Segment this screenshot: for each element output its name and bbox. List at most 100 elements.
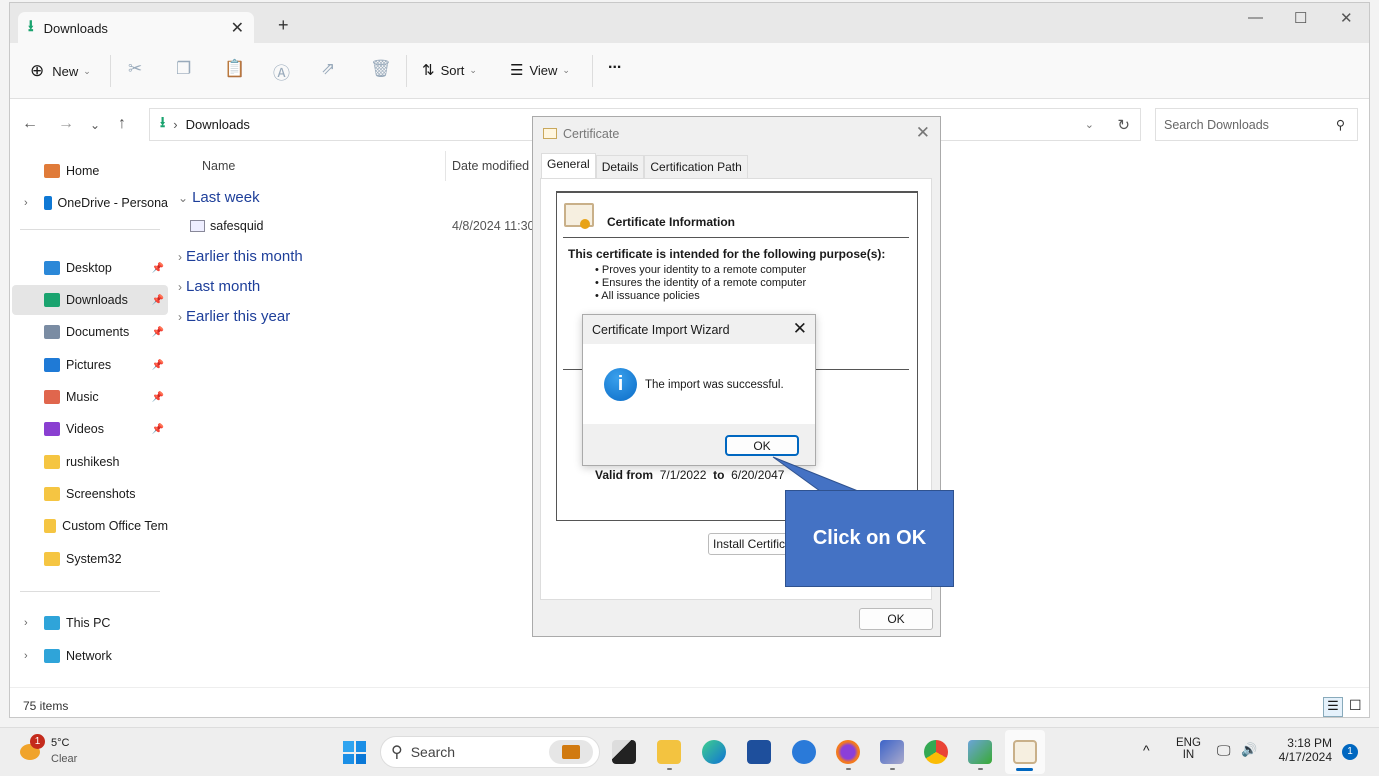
maximize-button[interactable]: ☐ xyxy=(1294,9,1307,27)
network-icon[interactable]: 🖵 xyxy=(1217,742,1231,759)
file-explorer-icon[interactable] xyxy=(657,740,681,764)
tiles-view-icon[interactable]: ☐ xyxy=(1349,697,1362,714)
sidebar-item-desktop[interactable]: Desktop 📌 xyxy=(12,253,168,283)
close-window-button[interactable]: ✕ xyxy=(1340,9,1353,27)
download-icon: ⭳ xyxy=(160,114,166,131)
forward-button[interactable]: → xyxy=(58,115,74,133)
language-indicator[interactable]: ENG IN xyxy=(1176,737,1201,761)
rename-icon[interactable]: Ⓐ xyxy=(273,59,290,84)
paste-icon[interactable]: 📋 xyxy=(224,59,245,79)
group-header[interactable]: ⌄ Last week xyxy=(178,189,260,206)
sidebar-item-network[interactable]: › Network xyxy=(12,641,168,671)
column-divider xyxy=(445,151,446,181)
back-button[interactable]: ← xyxy=(22,115,38,133)
folder-icon xyxy=(44,616,60,630)
purpose-item: • All issuance policies xyxy=(595,290,700,302)
purpose-heading: This certificate is intended for the fol… xyxy=(568,247,886,261)
pin-icon: 📌 xyxy=(151,391,164,403)
remote-connection-icon[interactable] xyxy=(880,740,904,764)
sidebar-item-onedrive-persona[interactable]: › OneDrive - Persona xyxy=(12,188,168,218)
view-button[interactable]: ☰ View ⌄ xyxy=(510,61,570,79)
details-view-icon[interactable]: ☰ xyxy=(1323,697,1343,717)
download-icon: ⭳ xyxy=(28,17,34,35)
start-button[interactable] xyxy=(343,741,366,764)
sidebar-item-home[interactable]: Home xyxy=(12,156,168,186)
firefox-icon[interactable] xyxy=(836,740,860,764)
pin-icon: 📌 xyxy=(151,423,164,435)
recent-locations-button[interactable]: ⌄ xyxy=(90,118,100,132)
item-count: 75 items xyxy=(23,699,69,713)
minimize-button[interactable]: — xyxy=(1248,9,1263,26)
copy-icon[interactable]: ❐ xyxy=(176,59,191,79)
chevron-right-icon[interactable]: › xyxy=(24,197,28,209)
sidebar-item-documents[interactable]: Documents 📌 xyxy=(12,317,168,347)
group-header[interactable]: › Earlier this month xyxy=(178,248,303,265)
chevron-right-icon: › xyxy=(178,309,182,324)
refresh-icon[interactable]: ↻ xyxy=(1117,116,1130,134)
new-button[interactable]: ⊕ New ⌄ xyxy=(30,61,91,81)
divider xyxy=(406,55,407,87)
new-tab-button[interactable]: + xyxy=(278,15,289,36)
taskbar-search[interactable]: ⚲ Search xyxy=(380,736,600,768)
up-button[interactable]: ↑ xyxy=(118,115,126,133)
sidebar-item-music[interactable]: Music 📌 xyxy=(12,382,168,412)
sidebar-item-system32[interactable]: System32 xyxy=(12,544,168,574)
sidebar-item-this-pc[interactable]: › This PC xyxy=(12,608,168,638)
share-icon[interactable]: ⇗ xyxy=(321,59,335,79)
thunderbird-icon[interactable] xyxy=(792,740,816,764)
sidebar-item-pictures[interactable]: Pictures 📌 xyxy=(12,350,168,380)
status-divider xyxy=(10,687,1369,688)
close-icon[interactable]: ✕ xyxy=(916,123,930,143)
tab-downloads[interactable]: ⭳ Downloads ✕ xyxy=(18,12,254,44)
search-input[interactable]: Search Downloads ⚲ xyxy=(1155,108,1358,141)
wizard-ok-button[interactable]: OK xyxy=(725,435,799,456)
breadcrumb[interactable]: Downloads xyxy=(186,117,250,132)
divider xyxy=(592,55,593,87)
sidebar-item-label: OneDrive - Persona xyxy=(57,196,168,210)
certificate-file-icon xyxy=(190,220,205,232)
folder-icon xyxy=(44,422,60,436)
group-header[interactable]: › Earlier this year xyxy=(178,308,290,325)
column-header-name[interactable]: Name xyxy=(202,159,235,173)
sidebar-item-screenshots[interactable]: Screenshots xyxy=(12,479,168,509)
close-icon[interactable]: ✕ xyxy=(793,319,807,339)
more-options-button[interactable]: ... xyxy=(608,55,621,73)
sidebar-item-videos[interactable]: Videos 📌 xyxy=(12,414,168,444)
group-header[interactable]: › Last month xyxy=(178,278,260,295)
task-view-icon[interactable] xyxy=(612,740,636,764)
tab-certification-path[interactable]: Certification Path xyxy=(644,155,748,178)
store-icon[interactable] xyxy=(747,740,771,764)
edge-icon[interactable] xyxy=(702,740,726,764)
purpose-item: • Proves your identity to a remote compu… xyxy=(595,264,807,276)
column-header-date[interactable]: Date modified xyxy=(452,159,529,173)
chrome-icon[interactable] xyxy=(924,740,948,764)
sidebar-item-rushikesh[interactable]: rushikesh xyxy=(12,447,168,477)
sort-button[interactable]: ⇅ Sort ⌄ xyxy=(422,61,477,79)
folder-icon xyxy=(44,261,60,275)
tab-general[interactable]: General xyxy=(541,153,596,178)
volume-icon[interactable]: 🔊 xyxy=(1241,742,1257,758)
sidebar-item-custom-office-tem[interactable]: Custom Office Tem xyxy=(12,511,168,541)
certificate-manager-icon[interactable] xyxy=(968,740,992,764)
pin-icon: 📌 xyxy=(151,262,164,274)
folder-icon xyxy=(44,358,60,372)
ok-button[interactable]: OK xyxy=(859,608,933,630)
dialog-title: Certificate xyxy=(563,127,620,141)
weather-widget[interactable]: 1 xyxy=(18,734,45,762)
show-hidden-icons[interactable]: ^ xyxy=(1143,742,1150,758)
delete-icon[interactable]: 🗑 xyxy=(370,59,392,79)
notification-badge[interactable]: 1 xyxy=(1342,744,1358,760)
clock[interactable]: 3:18 PM 4/17/2024 xyxy=(1272,736,1332,764)
sidebar-item-label: This PC xyxy=(66,616,111,630)
sidebar-item-downloads[interactable]: Downloads 📌 xyxy=(12,285,168,315)
file-row[interactable]: safesquid 4/8/2024 11:30 A xyxy=(190,219,550,233)
chevron-down-icon[interactable]: ⌄ xyxy=(1085,118,1094,131)
cut-icon[interactable]: ✂ xyxy=(128,59,142,79)
import-wizard-dialog: Certificate Import Wizard ✕ i The import… xyxy=(582,314,816,466)
tab-details[interactable]: Details xyxy=(595,155,645,178)
certificate-app-icon[interactable] xyxy=(1013,740,1037,764)
close-tab-icon[interactable]: ✕ xyxy=(231,18,244,38)
chevron-right-icon[interactable]: › xyxy=(24,650,28,662)
chevron-right-icon[interactable]: › xyxy=(24,617,28,629)
weather-temp: 5°C xyxy=(51,737,70,749)
